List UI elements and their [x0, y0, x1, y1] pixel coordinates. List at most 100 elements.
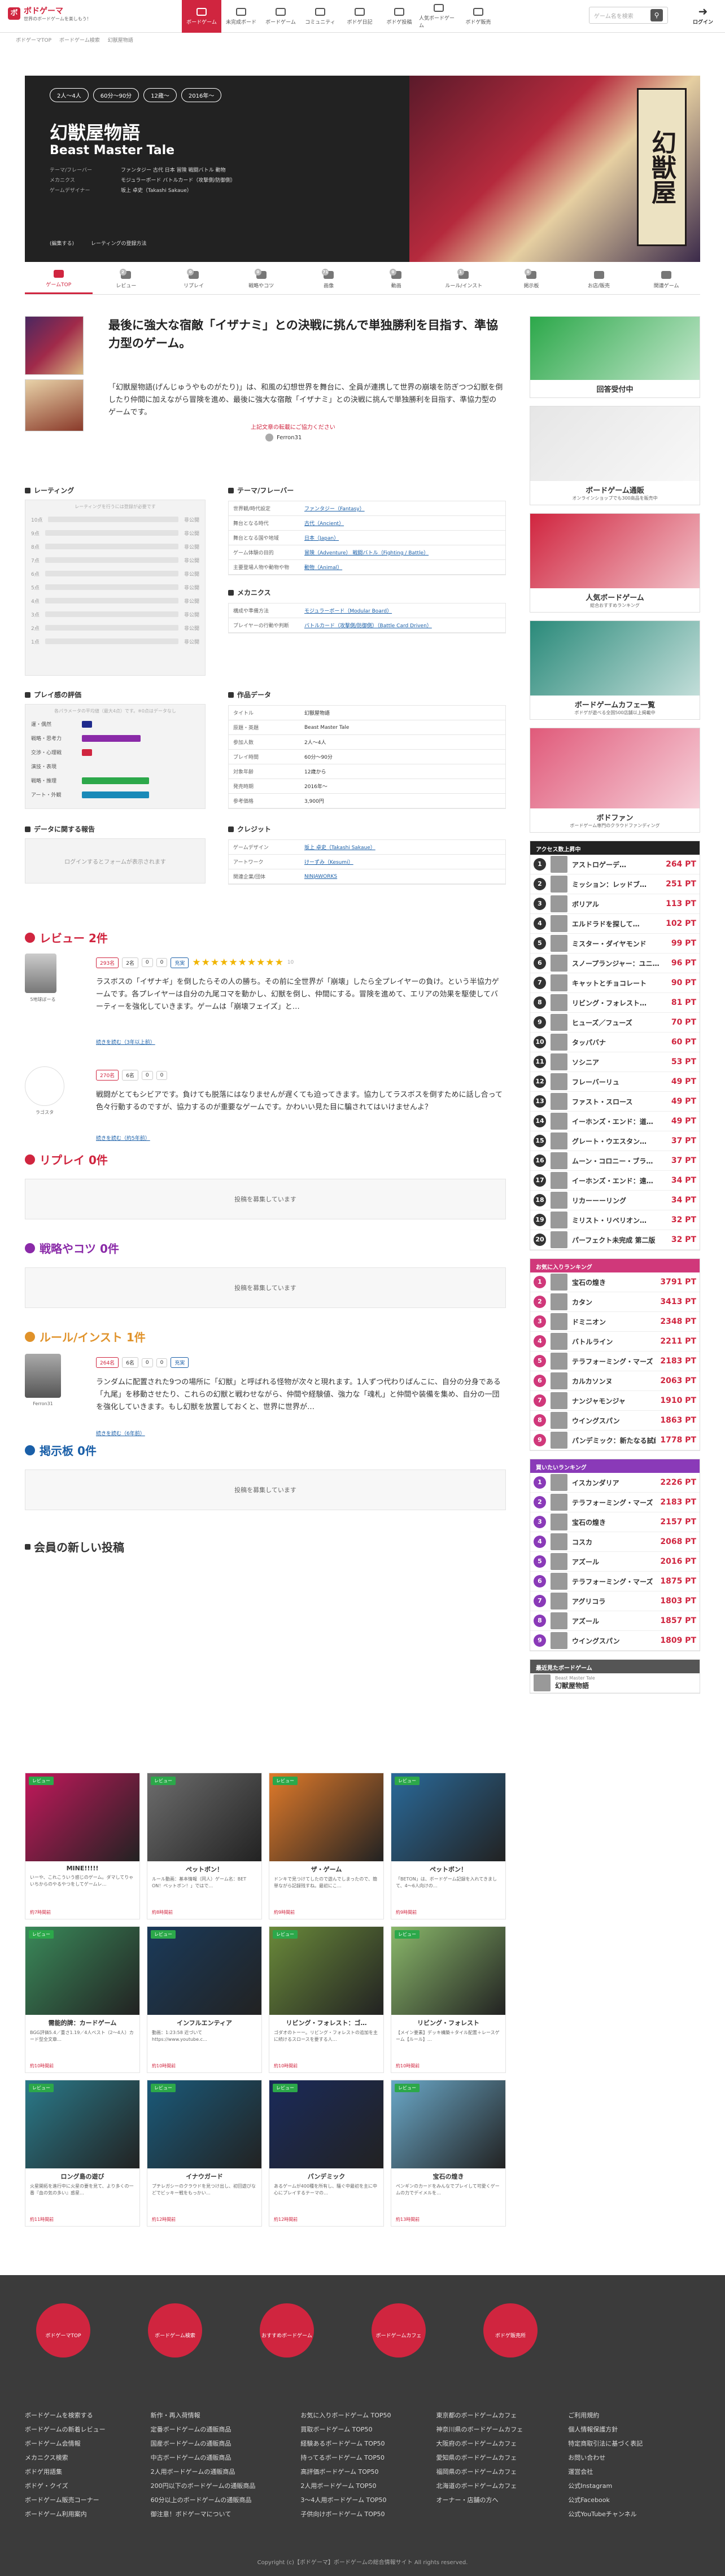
breadcrumb-item[interactable]: ボドゲーマTOP: [16, 36, 51, 43]
footer-nav-shop[interactable]: ボドゲ販売所: [483, 2303, 538, 2358]
bookmark-badge[interactable]: 0: [156, 958, 168, 967]
footer-link[interactable]: 公式Instagram: [568, 2481, 643, 2495]
post-card[interactable]: レビュー 需能的牌：カードゲーム BGG評価5.4／重さ1.19／4人ベスト（2〜4…: [25, 1926, 140, 2073]
ranking-row[interactable]: 7 アグリコラ 1803 PT: [530, 1591, 700, 1611]
tab-video[interactable]: 0 動画: [362, 265, 430, 294]
tab-top[interactable]: ゲームTOP: [25, 265, 93, 294]
footer-link[interactable]: 国産ボードゲームの通販商品: [151, 2439, 256, 2453]
like-count-badge[interactable]: 270名: [96, 1070, 119, 1081]
ranking-row[interactable]: 6 カルカソンヌ 2063 PT: [530, 1371, 700, 1391]
footer-link[interactable]: 高評価ボードゲーム TOP50: [300, 2467, 391, 2481]
footer-nav-recommend[interactable]: おすすめボードゲーム: [260, 2303, 314, 2358]
post-image[interactable]: レビュー: [269, 1927, 383, 2015]
credit-value[interactable]: けーずみ（Kesumi）: [304, 858, 505, 865]
footer-link[interactable]: ボードゲーム利用案内: [25, 2509, 106, 2523]
ranking-row[interactable]: 11 ソシニア 53 PT: [530, 1052, 700, 1072]
ranking-row[interactable]: 20 パーフェクト未完成 第二版 32 PT: [530, 1230, 700, 1250]
credit-value[interactable]: NINJAWORKS: [304, 874, 505, 880]
ranking-row[interactable]: 17 イーホンズ・エンド：遠… 34 PT: [530, 1171, 700, 1191]
rule-author-avatar[interactable]: [25, 1354, 61, 1398]
ranking-row[interactable]: 18 リカーーーリング 34 PT: [530, 1191, 700, 1210]
footer-link[interactable]: 定番ボードゲームの通販商品: [151, 2425, 256, 2439]
site-logo[interactable]: ボ ボドゲーマ 世界のボードゲームを楽しもう！: [8, 5, 91, 22]
nav-item-6[interactable]: 人気ボードゲーム: [419, 0, 458, 33]
footer-nav-search[interactable]: ボードゲーム検索: [148, 2303, 202, 2358]
footer-link[interactable]: 公式YouTubeチャンネル: [568, 2509, 643, 2523]
footer-link[interactable]: ボドゲ用語集: [25, 2467, 106, 2481]
helpful-badge[interactable]: 2名: [122, 957, 138, 968]
theme-value[interactable]: 冒険（Adventure） 戦闘バトル（Fighting / Battle）: [304, 549, 505, 556]
post-image[interactable]: レビュー: [269, 2080, 383, 2168]
post-card[interactable]: レビュー 宝石の煌き ペンギンのカードをみんなでプレイして可愛くゲームの力でデイメル…: [391, 2080, 506, 2227]
post-title[interactable]: イナウガード: [147, 2172, 261, 2181]
nav-item-7[interactable]: ボドゲ販売: [458, 0, 498, 33]
post-card[interactable]: レビュー インフルエンティア 動画：1:23:58 近づいてhttps://www.…: [147, 1926, 262, 2073]
reviewer-avatar[interactable]: [25, 1066, 64, 1106]
footer-link[interactable]: 2人用ボードゲーム TOP50: [300, 2481, 391, 2495]
nav-item-2[interactable]: ボードゲーム: [261, 0, 300, 33]
tab-shop[interactable]: お店/販売: [565, 265, 633, 294]
post-title[interactable]: ザ・ゲーム: [269, 1865, 383, 1874]
ranking-row[interactable]: 4 エルドラドを探して… 102 PT: [530, 914, 700, 934]
ranking-row[interactable]: 9 パンデミック：新たなる試練 1778 PT: [530, 1431, 700, 1450]
footer-link[interactable]: お気に入りボードゲーム TOP50: [300, 2411, 391, 2425]
tab-board[interactable]: 0 掲示板: [497, 265, 565, 294]
ranking-row[interactable]: 4 バトルライン 2211 PT: [530, 1332, 700, 1352]
footer-link[interactable]: 福岡県のボードゲームカフェ: [436, 2467, 523, 2481]
ranking-row[interactable]: 3 宝石の煌き 2157 PT: [530, 1512, 700, 1532]
post-image[interactable]: レビュー: [147, 2080, 261, 2168]
game-thumb-image[interactable]: [25, 379, 84, 431]
nav-item-4[interactable]: ボドゲ日記: [340, 0, 379, 33]
footer-link[interactable]: 大阪府のボードゲームカフェ: [436, 2439, 523, 2453]
reviewer-name[interactable]: 5地球ぼーる: [25, 996, 61, 1003]
post-card[interactable]: レビュー ザ・ゲーム ドンキで見つけてしたので遊んでしまったので、簡単ながら記録残す…: [269, 1773, 384, 1919]
helpful-badge[interactable]: 6名: [122, 1357, 138, 1368]
nav-item-3[interactable]: コミュニティ: [300, 0, 340, 33]
theme-value[interactable]: 日本（Japan）: [304, 534, 505, 541]
helpful-badge[interactable]: 6名: [122, 1070, 138, 1081]
footer-link[interactable]: 経験あるボードゲーム TOP50: [300, 2439, 391, 2453]
theme-value[interactable]: 動物（Animal）: [304, 563, 505, 571]
footer-link[interactable]: ご利用規約: [568, 2411, 643, 2425]
post-card[interactable]: レビュー MINE!!!!! いーや、これこういう感じのゲーム。ダマしてりゃいちから…: [25, 1773, 140, 1919]
ranking-row[interactable]: 5 テラフォーミング・マーズ 2183 PT: [530, 1352, 700, 1371]
post-image[interactable]: レビュー: [25, 2080, 139, 2168]
ranking-row[interactable]: 3 ドミニオン 2348 PT: [530, 1312, 700, 1332]
ranking-row[interactable]: 2 カタン 3413 PT: [530, 1292, 700, 1312]
nav-item-0[interactable]: ボードゲーム: [182, 0, 221, 33]
rule-author-name[interactable]: Ferron31: [25, 1401, 61, 1406]
edit-link[interactable]: (編集する): [50, 239, 74, 247]
ranking-row[interactable]: 6 スノープランジャー：ユニ… 96 PT: [530, 954, 700, 973]
side-banner[interactable]: 人気ボードゲーム 総合おすすめランキング: [530, 513, 700, 613]
ranking-row[interactable]: 9 ウイングスパン 1809 PT: [530, 1631, 700, 1651]
theme-value[interactable]: 古代（Ancient）: [304, 519, 505, 527]
rating-help-link[interactable]: レーティングの登録方法: [91, 239, 146, 247]
footer-link[interactable]: ボードゲーム会情報: [25, 2439, 106, 2453]
copy-warning[interactable]: 上記文章の転載にご協力ください: [251, 422, 335, 431]
footer-link[interactable]: 東京都のボードゲームカフェ: [436, 2411, 523, 2425]
post-title[interactable]: ペットボン！: [147, 1865, 261, 1874]
post-title[interactable]: インフルエンティア: [147, 2018, 261, 2027]
reviewer-name[interactable]: ラゴスタ: [25, 1109, 64, 1116]
footer-link[interactable]: 中古ボードゲームの通販商品: [151, 2453, 256, 2467]
post-image[interactable]: レビュー: [25, 1927, 139, 2015]
post-image[interactable]: レビュー: [391, 1927, 505, 2015]
ranking-row[interactable]: 13 ファスト・スロース 49 PT: [530, 1092, 700, 1112]
game-box-image[interactable]: [25, 316, 84, 375]
ranking-row[interactable]: 7 ナンジャモンジャ 1910 PT: [530, 1391, 700, 1411]
side-banner[interactable]: ボドファン ボードゲーム専門のクラウドファンディング: [530, 728, 700, 833]
comment-badge[interactable]: 0: [141, 1358, 153, 1367]
read-more-link[interactable]: 続きを読む（6年前）: [96, 1429, 145, 1437]
ranking-row[interactable]: 12 フレーバーリュ 49 PT: [530, 1072, 700, 1092]
side-banner[interactable]: ボードゲームカフェ一覧 ボドゲが遊べる全国500店舗以上掲載中: [530, 620, 700, 720]
post-card[interactable]: レビュー リビング・フォレスト：ゴ… ゴダオのトーー。リビング・フォレストの追加を主…: [269, 1926, 384, 2073]
footer-link[interactable]: 2人用ボードゲームの通販商品: [151, 2467, 256, 2481]
comment-badge[interactable]: 0: [141, 1070, 153, 1080]
ranking-row[interactable]: 1 イスカンダリア 2226 PT: [530, 1473, 700, 1493]
post-card[interactable]: レビュー ペットボン！ 「BETON」は、ボードゲーム記録を入れてきまして、4〜6人…: [391, 1773, 506, 1919]
post-title[interactable]: リビング・フォレスト：ゴ…: [269, 2018, 383, 2027]
post-card[interactable]: レビュー ロング島の遊び 火星開拓を進行中に火星の要を見て、より多くの一番『血の気の…: [25, 2080, 140, 2227]
post-image[interactable]: レビュー: [391, 1773, 505, 1861]
ranking-row[interactable]: 8 リビング・フォレスト… 81 PT: [530, 993, 700, 1013]
post-title[interactable]: 需能的牌：カードゲーム: [25, 2018, 139, 2027]
